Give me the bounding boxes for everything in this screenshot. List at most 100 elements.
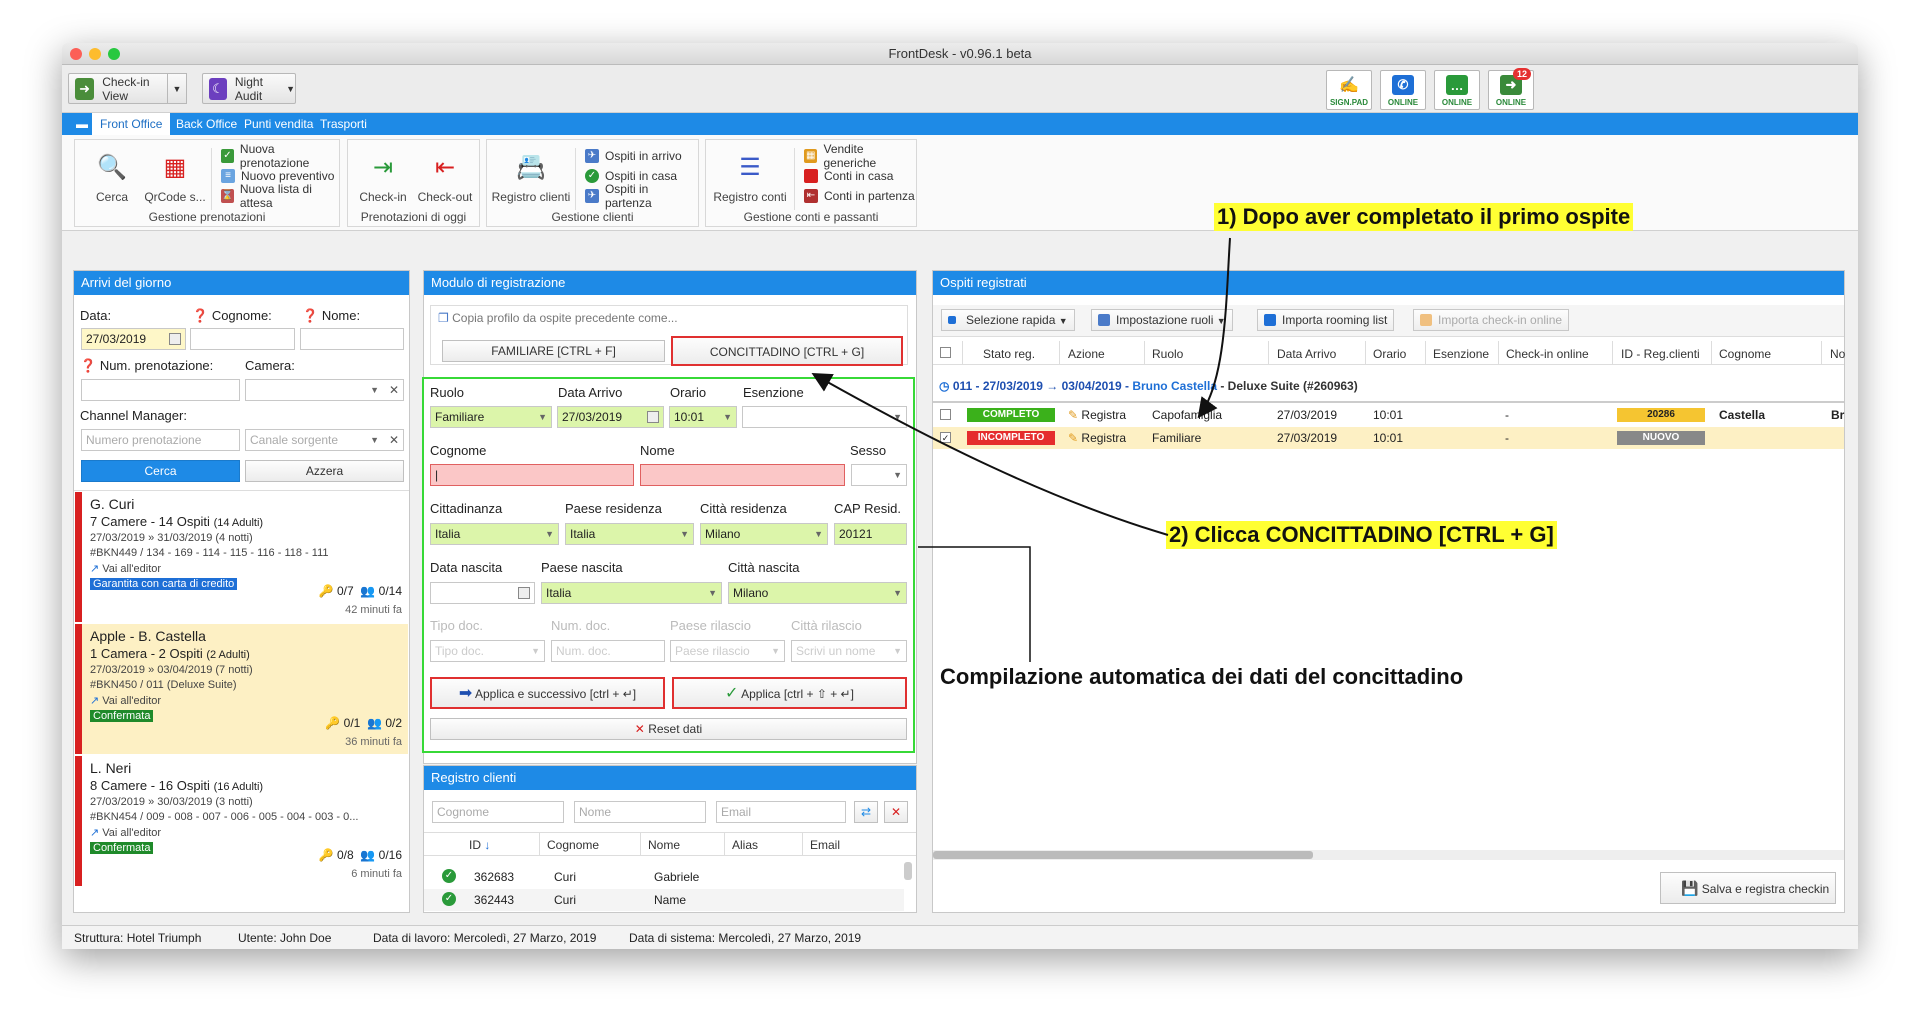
pencil-icon: ✎ xyxy=(1068,431,1079,445)
sesso-select[interactable]: ▼ xyxy=(851,464,907,486)
col-cognome[interactable]: Cognome xyxy=(1719,347,1771,361)
col-azione[interactable]: Azione xyxy=(1068,347,1105,361)
importa-rooming-button[interactable]: Importa rooming list xyxy=(1257,309,1395,331)
esenzione-label: Esenzione xyxy=(743,385,804,400)
cognome-input[interactable] xyxy=(190,328,295,350)
salva-registra-checkin-button[interactable]: 💾 Salva e registra checkin xyxy=(1660,872,1836,904)
calendar-icon[interactable] xyxy=(647,411,659,423)
check-circle-icon: ✓ xyxy=(442,869,456,883)
ospiti-title: Ospiti registrati xyxy=(933,271,1844,295)
col-orario[interactable]: Orario xyxy=(1373,347,1406,361)
chevron-down-icon: ▼ xyxy=(771,646,780,656)
cittadinanza-label: Cittadinanza xyxy=(430,501,503,516)
horizontal-scrollbar[interactable] xyxy=(933,850,1844,860)
col-email[interactable]: Email xyxy=(810,838,840,852)
cerca-arrivi-button[interactable]: Cerca xyxy=(81,460,240,482)
paese-residenza-select[interactable]: Italia ▼ xyxy=(565,523,694,545)
camera-select[interactable]: ▼ ✕ xyxy=(245,379,404,401)
cognome-label: Cognome xyxy=(430,443,487,458)
clear-icon[interactable]: ✕ xyxy=(389,380,399,400)
table-row[interactable]: ✓ 362443 Curi Name xyxy=(424,889,904,911)
familiare-button[interactable]: FAMILIARE [CTRL + F] xyxy=(442,340,665,362)
importa-checkin-online-button[interactable]: Importa check-in online xyxy=(1413,309,1570,331)
cognome-input[interactable]: | xyxy=(430,464,634,486)
table-row[interactable]: ✓ INCOMPLETO ✎ Registra Familiare 27/03/… xyxy=(933,427,1844,449)
registro-cognome-input[interactable]: Cognome xyxy=(432,801,564,823)
calendar-icon[interactable] xyxy=(518,587,530,599)
registra-link[interactable]: ✎ Registra xyxy=(1068,408,1126,422)
num-prenotazione-input[interactable] xyxy=(81,379,240,401)
col-alias[interactable]: Alias xyxy=(732,838,758,852)
clear-button[interactable]: ✕ xyxy=(884,801,908,823)
numero-prenotazione-input[interactable]: Numero prenotazione xyxy=(81,429,240,451)
col-checkin-online[interactable]: Check-in online xyxy=(1506,347,1589,361)
edit-arrow-icon: ↗ xyxy=(90,563,100,575)
cittadinanza-select[interactable]: Italia ▼ xyxy=(430,523,559,545)
col-ruolo[interactable]: Ruolo xyxy=(1152,347,1183,361)
data-input[interactable]: 27/03/2019 xyxy=(81,328,186,350)
nome-input[interactable] xyxy=(300,328,404,350)
nome-input[interactable] xyxy=(640,464,845,486)
table-row[interactable]: COMPLETO ✎ Registra Capofamiglia 27/03/2… xyxy=(933,404,1844,426)
col-stato-reg[interactable]: Stato reg. xyxy=(983,347,1035,361)
paese-rilascio-select[interactable]: Paese rilascio ▼ xyxy=(670,640,785,662)
canale-sorgente-select[interactable]: Canale sorgente ▼ ✕ xyxy=(245,429,404,451)
check-circle-icon: ✓ xyxy=(442,892,456,906)
arrival-card[interactable]: G. Curi 7 Camere - 14 Ospiti (14 Adulti)… xyxy=(75,492,408,622)
num-doc-label: Num. doc. xyxy=(551,618,611,633)
vai-editor-link[interactable]: ↗ Vai all'editor xyxy=(90,694,408,707)
ruolo-select[interactable]: Familiare ▼ xyxy=(430,406,552,428)
col-cognome[interactable]: Cognome xyxy=(547,838,599,852)
vai-editor-link[interactable]: ↗ Vai all'editor xyxy=(90,562,408,575)
annotation-step2: 2) Clicca CONCITTADINO [CTRL + G] xyxy=(1166,521,1557,549)
registra-link[interactable]: ✎ Registra xyxy=(1068,431,1126,445)
scrollbar[interactable] xyxy=(904,862,912,880)
reset-dati-button[interactable]: ✕ Reset dati xyxy=(430,718,907,740)
list-icon xyxy=(1098,314,1110,326)
vai-editor-link[interactable]: ↗ Vai all'editor xyxy=(90,826,408,839)
select-all-checkbox[interactable] xyxy=(940,347,951,358)
concittadino-button[interactable]: CONCITTADINO [CTRL + G] xyxy=(671,336,903,366)
esenzione-select[interactable]: ▼ xyxy=(742,406,907,428)
orario-select[interactable]: 10:01 ▼ xyxy=(669,406,737,428)
refresh-button[interactable]: ⇄ xyxy=(854,801,878,823)
paese-nascita-select[interactable]: Italia ▼ xyxy=(541,582,722,604)
data-arrivo-label: Data Arrivo xyxy=(558,385,623,400)
azzera-button[interactable]: Azzera xyxy=(245,460,404,482)
citta-nascita-select[interactable]: Milano ▼ xyxy=(728,582,907,604)
col-esenzione[interactable]: Esenzione xyxy=(1433,347,1489,361)
col-nome[interactable]: Nome xyxy=(648,838,680,852)
key-icon: 🔑 xyxy=(318,848,334,862)
registro-email-input[interactable]: Email xyxy=(716,801,846,823)
data-nascita-input[interactable] xyxy=(430,582,535,604)
table-row[interactable]: ✓ 362683 Curi Gabriele xyxy=(424,866,904,888)
citta-residenza-select[interactable]: Milano ▼ xyxy=(700,523,828,545)
refresh-icon: ⇄ xyxy=(860,805,872,819)
clear-icon[interactable]: ✕ xyxy=(389,430,399,450)
registro-nome-input[interactable]: Nome xyxy=(574,801,706,823)
save-icon: 💾 xyxy=(1681,880,1699,896)
chevron-down-icon: ▼ xyxy=(893,588,902,598)
citta-rilascio-select[interactable]: Scrivi un nome ▼ xyxy=(791,640,907,662)
content-layer: Arrivi del giorno Data: ❓ Cognome: ❓ Nom… xyxy=(0,0,1920,1033)
applica-successivo-button[interactable]: ➡ Applica e successivo [ctrl + ↵] xyxy=(430,677,665,709)
row-checkbox[interactable]: ✓ xyxy=(940,432,951,443)
num-doc-input[interactable]: Num. doc. xyxy=(551,640,665,662)
key-icon: 🔑 xyxy=(318,584,334,598)
cap-input[interactable]: 20121 xyxy=(834,523,907,545)
col-id-reg-clienti[interactable]: ID - Reg.clienti xyxy=(1621,347,1700,361)
data-arrivo-input[interactable]: 27/03/2019 xyxy=(557,406,664,428)
guest-name: L. Neri xyxy=(90,760,132,776)
arrival-card[interactable]: Apple - B. Castella 1 Camera - 2 Ospiti … xyxy=(75,624,408,754)
tipo-doc-select[interactable]: Tipo doc. ▼ xyxy=(430,640,545,662)
calendar-icon[interactable] xyxy=(169,333,181,345)
impostazione-ruoli-button[interactable]: Impostazione ruoli ▼ xyxy=(1091,309,1233,331)
col-id[interactable]: ID ↓ xyxy=(469,838,490,852)
row-checkbox[interactable] xyxy=(940,409,951,420)
col-nome[interactable]: No xyxy=(1830,347,1845,361)
arrivi-title: Arrivi del giorno xyxy=(74,271,409,295)
col-data-arrivo[interactable]: Data Arrivo xyxy=(1277,347,1336,361)
selezione-rapida-button[interactable]: Selezione rapida ▼ xyxy=(941,309,1075,331)
applica-button[interactable]: ✓ Applica [ctrl + ⇧ + ↵] xyxy=(672,677,907,709)
arrival-card[interactable]: L. Neri 8 Camere - 16 Ospiti (16 Adulti)… xyxy=(75,756,408,886)
